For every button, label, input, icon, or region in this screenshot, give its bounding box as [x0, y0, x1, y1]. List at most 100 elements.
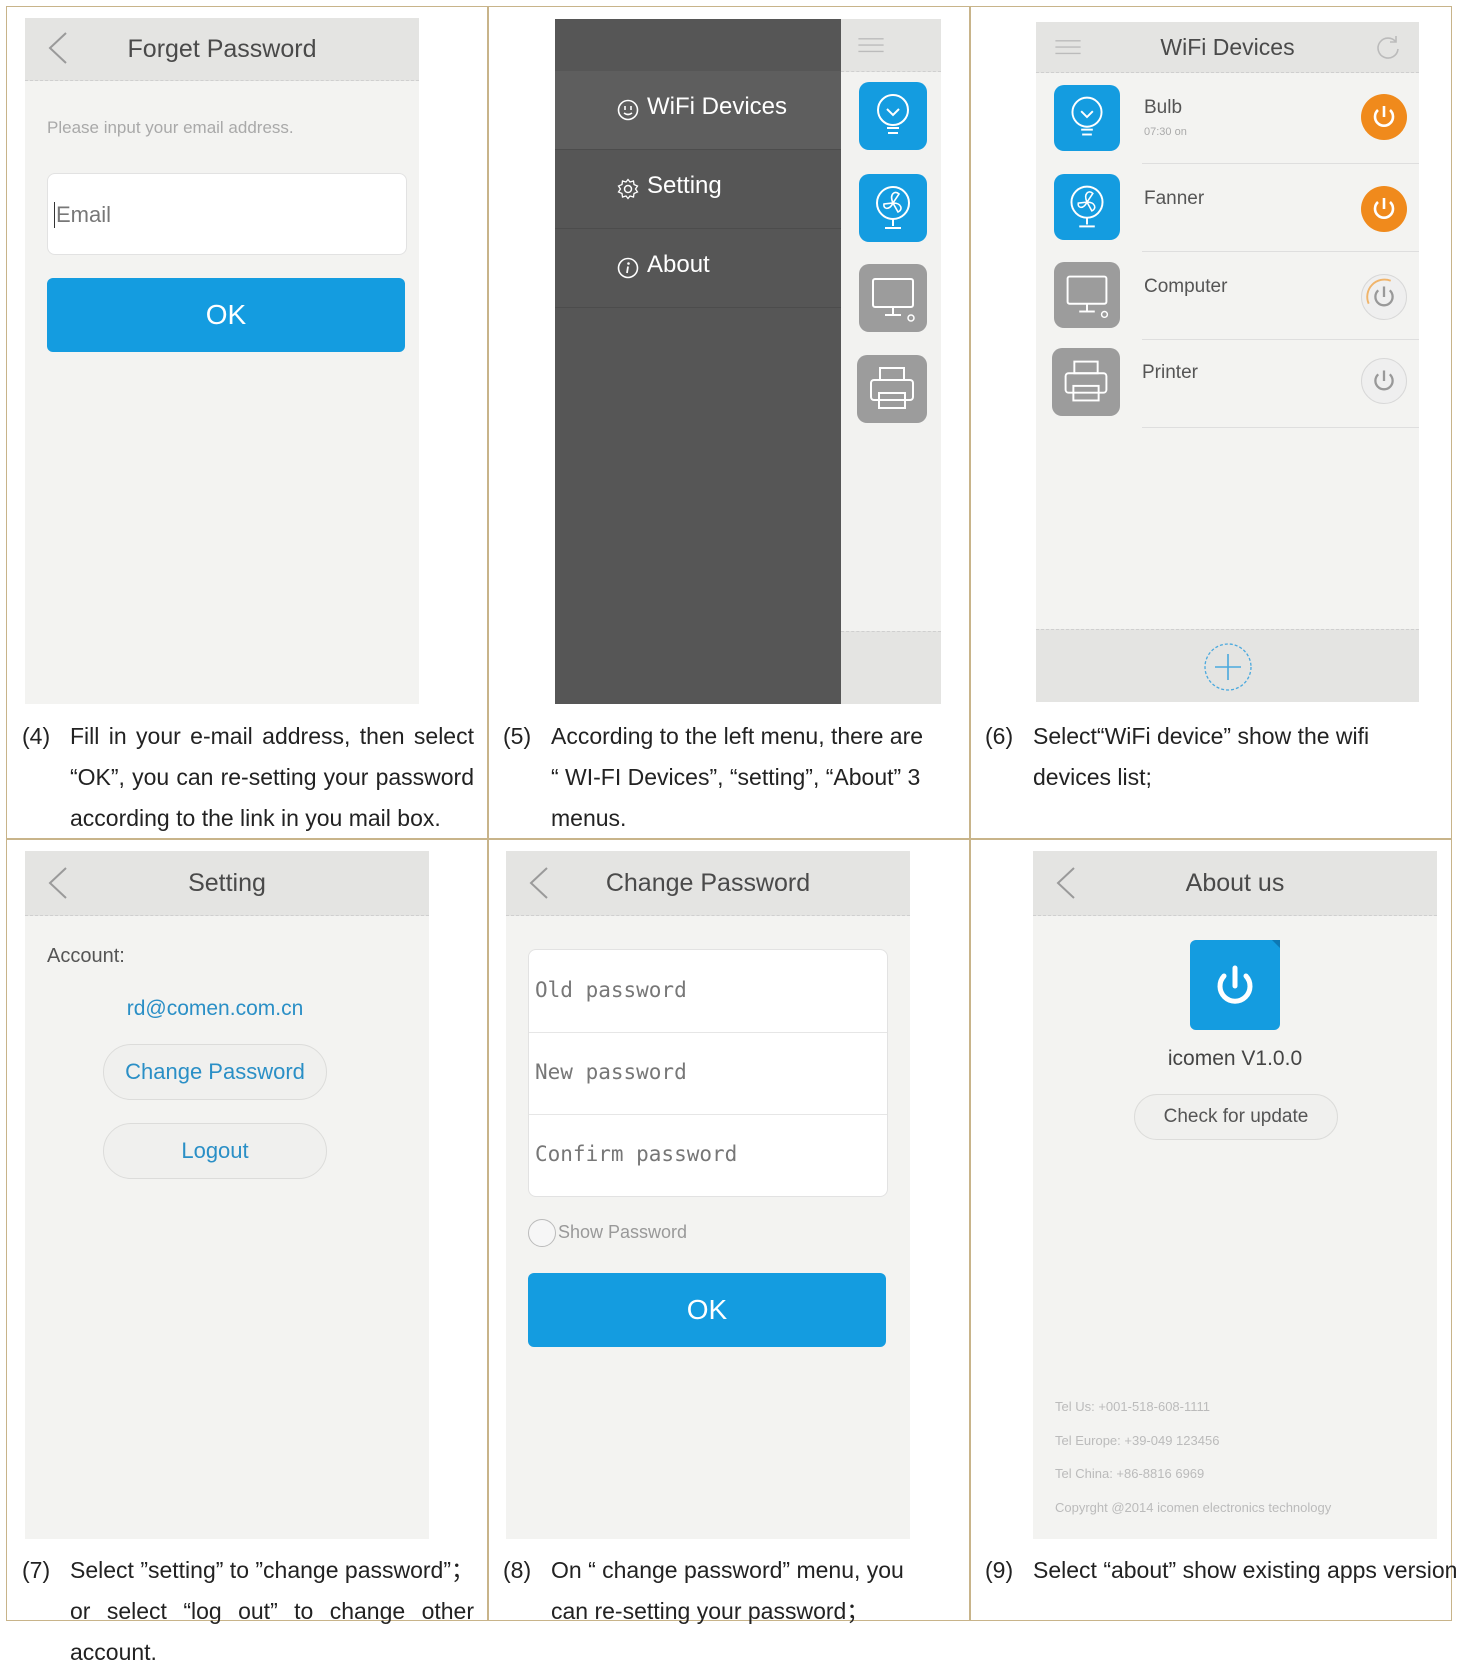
power-toggle[interactable] [1361, 186, 1407, 232]
caption-7: (7) Select ”setting” to ”change password… [22, 1550, 474, 1665]
bulb-icon [1054, 85, 1120, 151]
wifi-devices-screen: WiFi Devices Bulb 07:30 on Fanner Comput… [1036, 22, 1419, 702]
page-title: Change Password [605, 869, 811, 897]
menu-item-about[interactable]: About [555, 229, 841, 308]
caption-text: Select ”setting” to ”change password”；or… [70, 1557, 474, 1665]
power-toggle[interactable] [1361, 274, 1407, 320]
menu-item-wifi-devices[interactable]: WiFi Devices [555, 71, 841, 150]
power-icon [1366, 278, 1394, 307]
side-menu-screen: WiFi Devices Setting About [555, 19, 941, 704]
power-icon [1373, 198, 1395, 219]
printer-icon[interactable] [857, 355, 927, 423]
fan-icon [1054, 174, 1120, 240]
column-divider [969, 6, 971, 1621]
caption-5: (5) According to the left menu, there ar… [503, 716, 933, 840]
device-name: Computer [1144, 276, 1228, 297]
caption-6: (6) Select“WiFi device” show the wifi de… [985, 716, 1440, 840]
email-placeholder: Email [56, 202, 112, 227]
ok-button[interactable]: OK [528, 1273, 886, 1347]
caption-text: Select“WiFi device” show the wifi device… [1033, 723, 1370, 790]
app-version: icomen V1.0.0 [1167, 1047, 1303, 1070]
account-email: rd@comen.com.cn [126, 997, 304, 1020]
device-row-printer[interactable]: Printer [1036, 340, 1419, 428]
caption-number: (9) [985, 1557, 1014, 1583]
caption-text: On “ change password” menu, you can re-s… [551, 1557, 904, 1624]
caption-text: Select “about” show existing apps versio… [1033, 1557, 1458, 1583]
text-cursor [54, 202, 55, 228]
old-password-field[interactable]: Old password [529, 950, 887, 1033]
footer-bar [1036, 629, 1419, 702]
plug-icon [617, 99, 639, 121]
info-icon [617, 257, 639, 279]
caption-number: (5) [503, 723, 532, 749]
page-title: Forget Password [127, 35, 317, 63]
power-toggle[interactable] [1361, 358, 1407, 404]
tel-us: Tel Us: +001-518-608-1111 [1055, 1399, 1211, 1414]
device-row-computer[interactable]: Computer [1036, 252, 1419, 340]
confirm-password-field[interactable]: Confirm password [529, 1114, 887, 1196]
device-name: Printer [1142, 362, 1198, 383]
left-menu-drawer: WiFi Devices Setting About [555, 19, 841, 704]
logout-button[interactable]: Logout [103, 1123, 327, 1179]
caption-number: (8) [503, 1557, 532, 1583]
device-row-bulb[interactable]: Bulb 07:30 on [1036, 72, 1419, 164]
device-name: Fanner [1144, 188, 1205, 209]
power-icon [1374, 370, 1394, 391]
right-strip-footer [841, 631, 941, 704]
change-password-screen: Change Password Old password New passwor… [506, 851, 910, 1539]
change-password-button[interactable]: Change Password [103, 1044, 327, 1100]
tel-china: Tel China: +86-8816 6969 [1055, 1466, 1205, 1481]
caption-number: (7) [22, 1557, 51, 1583]
caption-8: (8) On “ change password” menu, you can … [503, 1550, 933, 1630]
add-device-icon[interactable] [1203, 642, 1253, 692]
menu-item-setting[interactable]: Setting [555, 150, 841, 229]
email-field[interactable]: Email [47, 173, 407, 255]
hamburger-icon[interactable] [857, 37, 885, 55]
refresh-icon[interactable] [1375, 34, 1401, 60]
setting-screen: Setting Account: rd@comen.com.cn Change … [25, 851, 429, 1539]
computer-icon[interactable] [859, 264, 927, 332]
right-strip-header [841, 19, 941, 72]
power-toggle[interactable] [1361, 94, 1407, 140]
header-bar: Change Password [506, 851, 910, 916]
device-row-fanner[interactable]: Fanner [1036, 164, 1419, 252]
forget-password-screen: Forget Password Please input your email … [25, 18, 419, 704]
fan-icon[interactable] [859, 174, 927, 242]
old-password-placeholder: Old password [535, 978, 687, 1002]
app-logo-icon [1190, 940, 1280, 1030]
menu-label: WiFi Devices [647, 93, 788, 120]
header-bar: WiFi Devices [1036, 22, 1419, 73]
copyright: Copyrght @2014 icomen electronics techno… [1055, 1500, 1332, 1515]
computer-icon [1054, 262, 1120, 328]
ok-button[interactable]: OK [47, 278, 405, 352]
caption-number: (6) [985, 723, 1014, 749]
account-label: Account: [47, 945, 125, 967]
password-form: Old password New password Confirm passwo… [528, 949, 888, 1197]
page-title: About us [1185, 869, 1285, 897]
show-password-checkbox[interactable] [528, 1219, 556, 1247]
menu-label: Setting [647, 172, 722, 199]
show-password-label: Show Password [558, 1222, 688, 1242]
caption-text: Fill in your e-mail address, then select… [70, 723, 474, 831]
header-bar: Setting [25, 851, 429, 916]
page-title: Setting [188, 869, 266, 897]
check-update-button[interactable]: Check for update [1134, 1094, 1338, 1140]
instruction-text: Please input your email address. [47, 118, 294, 137]
header-bar: Forget Password [25, 18, 419, 81]
bulb-icon[interactable] [859, 82, 927, 150]
new-password-field[interactable]: New password [529, 1032, 887, 1115]
row-divider [1142, 427, 1419, 428]
printer-icon [1052, 348, 1120, 416]
new-password-placeholder: New password [535, 1060, 687, 1084]
gear-icon [617, 178, 639, 200]
caption-text: According to the left menu, there are “ … [551, 723, 924, 831]
column-divider [487, 6, 489, 1621]
device-schedule: 07:30 on [1144, 126, 1187, 138]
device-name: Bulb [1144, 97, 1183, 118]
power-icon [1373, 106, 1395, 127]
caption-4: (4) Fill in your e-mail address, then se… [22, 716, 474, 840]
about-screen: About us icomen V1.0.0 Check for update … [1033, 851, 1437, 1539]
confirm-password-placeholder: Confirm password [535, 1142, 738, 1166]
page-title: WiFi Devices [1160, 34, 1295, 60]
menu-label: About [647, 251, 710, 278]
